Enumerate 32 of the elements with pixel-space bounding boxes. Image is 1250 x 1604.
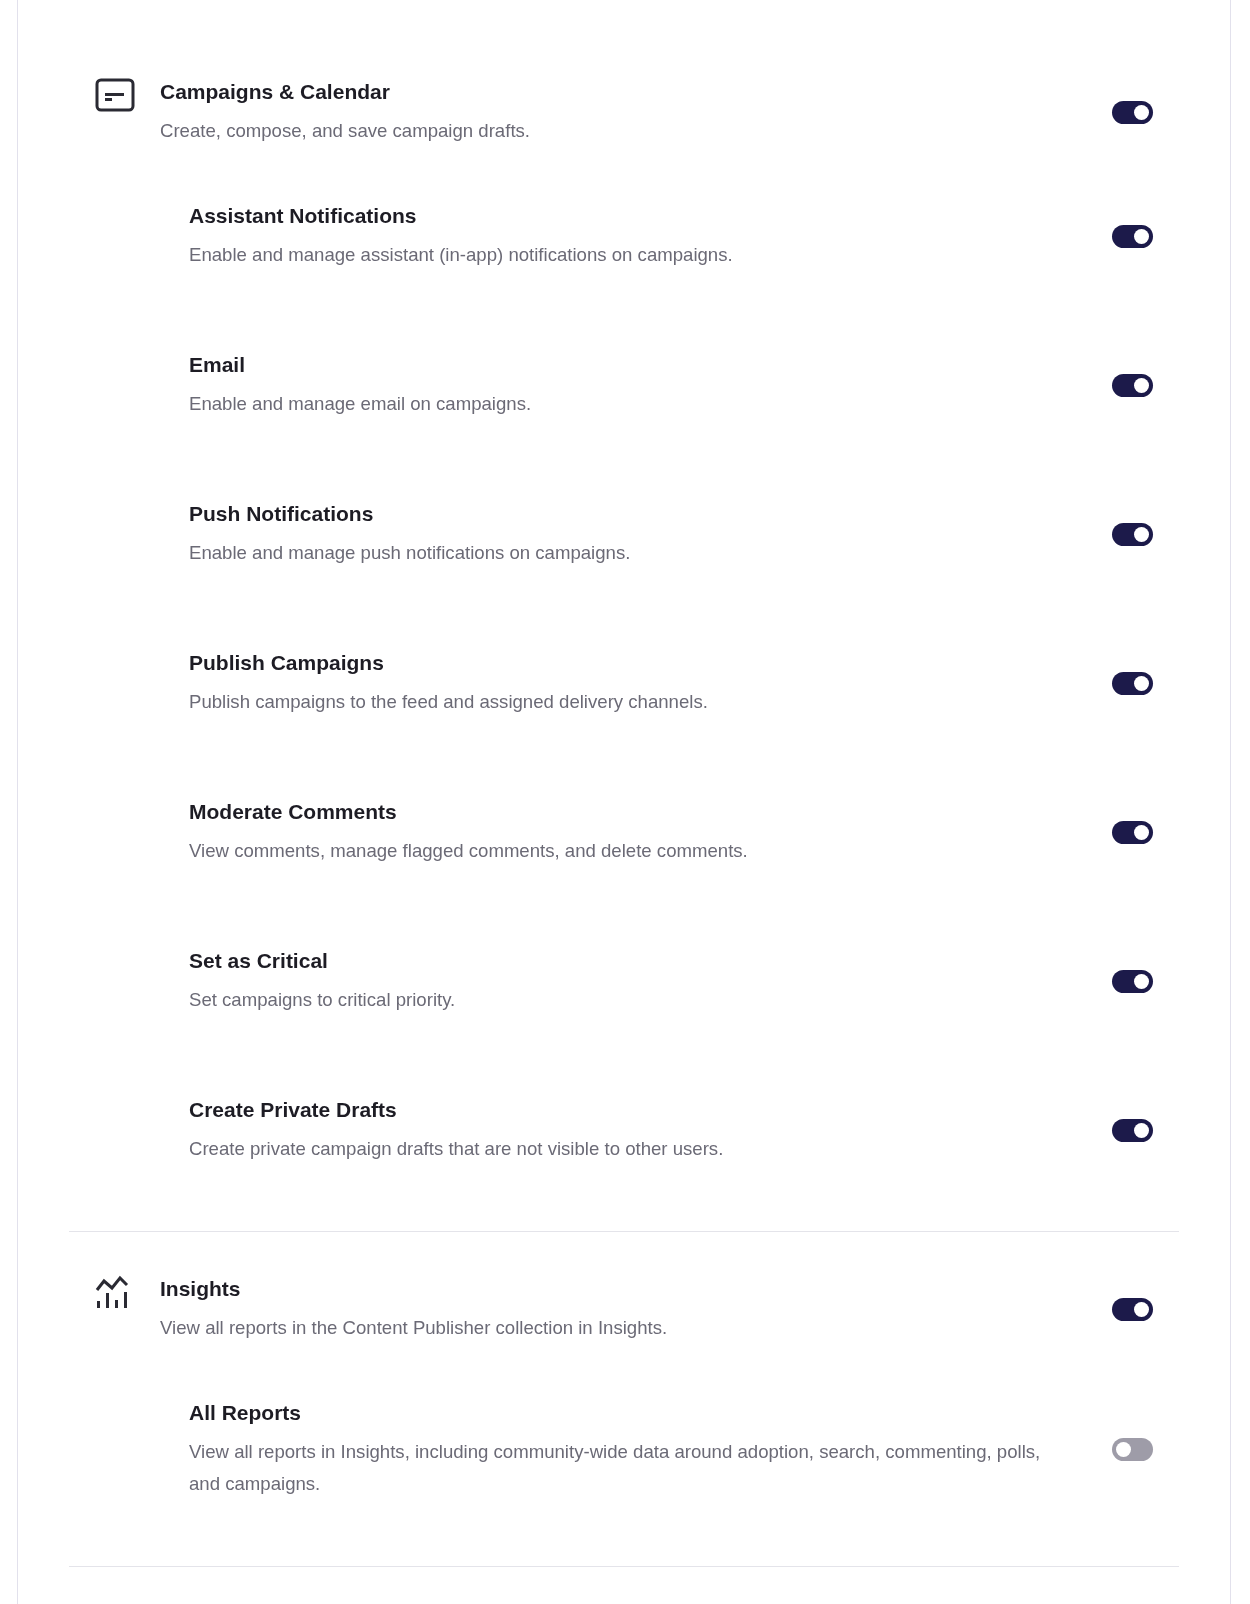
toggle-switch[interactable]	[1112, 1119, 1153, 1142]
permission-title: Publish Campaigns	[189, 650, 385, 676]
permission-title: All Reports	[189, 1400, 302, 1426]
permission-description: Publish campaigns to the feed and assigned delivery channels.	[189, 690, 709, 714]
toggle-switch[interactable]	[1112, 970, 1153, 993]
permission-description: Set campaigns to critical priority.	[189, 988, 457, 1012]
section-description: View all reports in the Content Publisher collection in Insights.	[160, 1316, 669, 1340]
toggle-switch[interactable]	[1112, 672, 1153, 695]
toggle-switch[interactable]	[1112, 1298, 1153, 1321]
chart-icon	[95, 1275, 129, 1309]
permission-description: Enable and manage push notifications on campaigns.	[189, 541, 632, 565]
permission-description: Create private campaign drafts that are not visible to other users.	[189, 1137, 725, 1161]
permission-description: Enable and manage assistant (in-app) notifications on campaigns.	[189, 243, 734, 267]
permission-title: Moderate Comments	[189, 799, 398, 825]
message-card-icon	[95, 78, 135, 112]
toggle-switch[interactable]	[1112, 523, 1153, 546]
permission-title: Email	[189, 352, 247, 378]
permission-title: Create Private Drafts	[189, 1097, 398, 1123]
section-title: Campaigns & Calendar	[160, 79, 391, 105]
toggle-switch[interactable]	[1112, 101, 1153, 124]
permission-description: View all reports in Insights, including community-wide data around adoption, search, commenting, polls, and campaigns.	[189, 1440, 1042, 1496]
permission-title: Set as Critical	[189, 948, 329, 974]
section-description: Create, compose, and save campaign drafts.	[160, 119, 531, 143]
permission-title: Assistant Notifications	[189, 203, 418, 229]
toggle-switch[interactable]	[1112, 821, 1153, 844]
permission-title: Push Notifications	[189, 501, 375, 527]
toggle-switch[interactable]	[1112, 225, 1153, 248]
permission-description: Enable and manage email on campaigns.	[189, 392, 533, 416]
toggle-switch[interactable]	[1112, 1438, 1153, 1461]
permission-description: View comments, manage flagged comments, and delete comments.	[189, 839, 749, 863]
toggle-switch[interactable]	[1112, 374, 1153, 397]
section-title: Insights	[160, 1276, 242, 1302]
